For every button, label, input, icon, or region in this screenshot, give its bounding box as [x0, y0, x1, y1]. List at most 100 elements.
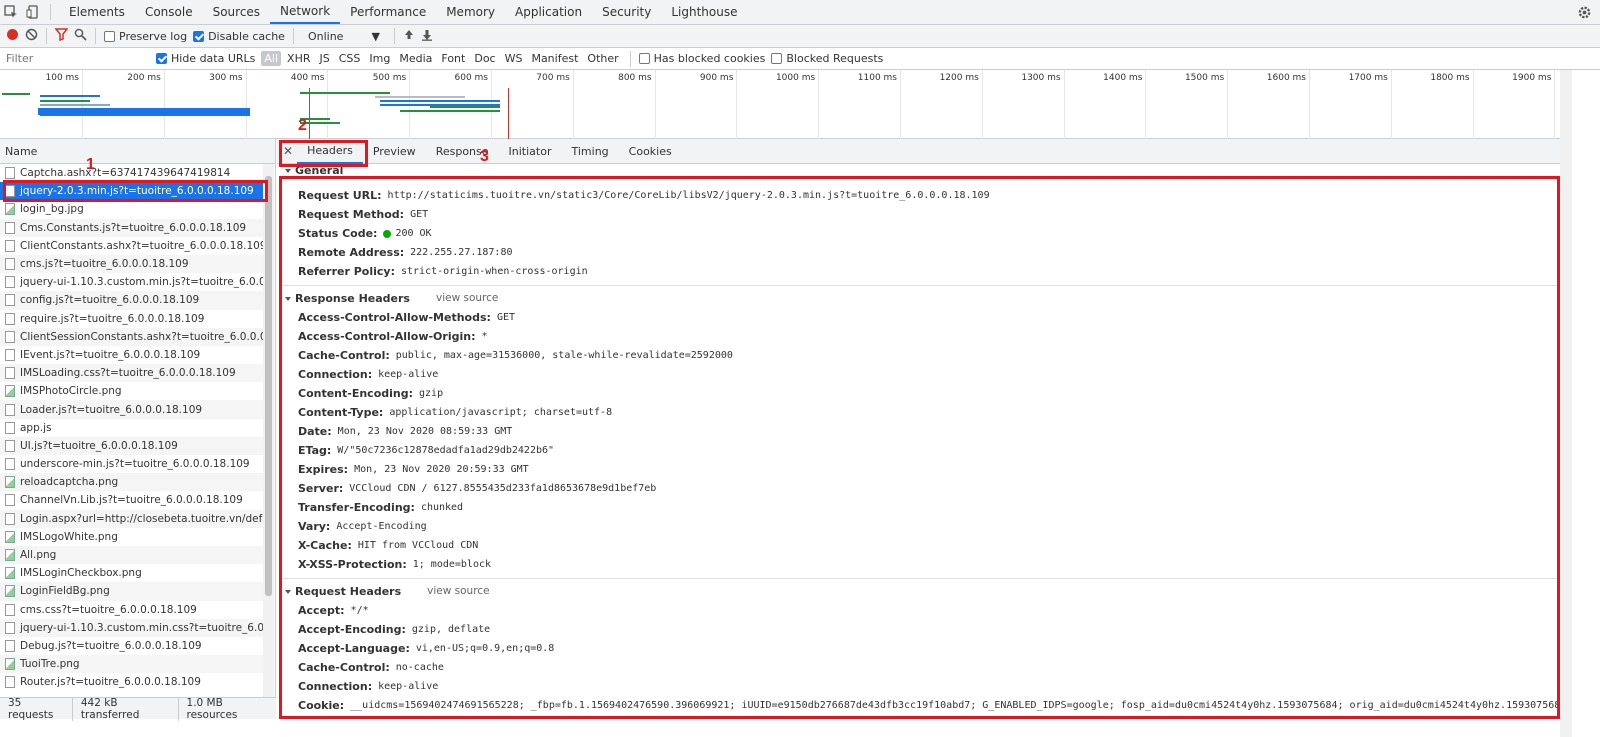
request-row[interactable]: Cms.Constants.js?t=tuoitre_6.0.0.0.18.10… [0, 218, 263, 237]
document-file-icon [5, 239, 15, 252]
request-headers-section-header[interactable]: Request Headers view source [281, 581, 1559, 601]
request-row[interactable]: LoginFieldBg.png [0, 582, 263, 601]
type-filter-css[interactable]: CSS [336, 51, 364, 66]
request-row[interactable]: ClientSessionConstants.ashx?t=tuoitre_6.… [0, 327, 263, 346]
response-headers-section-header[interactable]: Response Headers view source [281, 288, 1559, 308]
header-name: Expires: [298, 463, 349, 476]
name-column-header[interactable]: Name [0, 139, 275, 164]
request-row[interactable]: jquery-ui-1.10.3.custom.min.js?t=tuoitre… [0, 273, 263, 291]
request-row[interactable]: IEvent.js?t=tuoitre_6.0.0.0.18.109 [0, 346, 263, 364]
request-row[interactable]: Router.js?t=tuoitre_6.0.0.0.18.109 [0, 673, 263, 691]
type-filter-ws[interactable]: WS [502, 51, 526, 66]
type-filter-doc[interactable]: Doc [471, 51, 498, 66]
request-row[interactable]: jquery-2.0.3.min.js?t=tuoitre_6.0.0.0.18… [0, 182, 263, 201]
blocked-requests-checkbox[interactable]: Blocked Requests [771, 52, 883, 65]
document-file-icon [5, 439, 15, 452]
checkbox-box[interactable] [193, 30, 205, 42]
filter-icon[interactable] [54, 28, 69, 44]
headers-panel: General Request URL: http://staticims.tuo… [281, 164, 1559, 717]
image-file-icon [5, 530, 15, 543]
request-row[interactable]: IMSPhotoCircle.png [0, 382, 263, 400]
tab-sources[interactable]: Sources [203, 0, 270, 24]
record-icon[interactable] [6, 28, 19, 44]
request-row[interactable]: IMSLoading.css?t=tuoitre_6.0.0.0.18.109 [0, 364, 263, 383]
type-filter-manifest[interactable]: Manifest [528, 51, 581, 66]
request-row[interactable]: cms.css?t=tuoitre_6.0.0.0.18.109 [0, 601, 263, 619]
timeline-tick-label: 900 ms [699, 73, 734, 83]
request-row[interactable]: require.js?t=tuoitre_6.0.0.0.18.109 [0, 310, 263, 328]
preserve-log-checkbox[interactable]: Preserve log [104, 30, 187, 43]
request-row[interactable]: reloadcaptcha.png [0, 473, 263, 492]
search-icon[interactable] [74, 28, 87, 44]
detail-tab-preview[interactable]: Preview [363, 139, 426, 164]
request-row[interactable]: jquery-ui-1.10.3.custom.min.css?t=tuoitr… [0, 618, 263, 637]
header-value: Mon, 23 Nov 2020 20:59:33 GMT [354, 464, 529, 475]
disable-cache-checkbox[interactable]: Disable cache [193, 30, 285, 43]
type-filter-all[interactable]: All [261, 51, 282, 66]
tab-performance[interactable]: Performance [340, 0, 436, 24]
tab-console[interactable]: Console [135, 0, 203, 24]
timeline-gridline [1063, 70, 1065, 139]
scrollbar-thumb[interactable] [265, 176, 272, 596]
general-section-header[interactable]: General [281, 164, 1559, 176]
clear-icon[interactable] [25, 28, 38, 44]
checkbox-box[interactable] [638, 53, 650, 64]
request-row[interactable]: config.js?t=tuoitre_6.0.0.0.18.109 [0, 291, 263, 310]
request-row[interactable]: cms.js?t=tuoitre_6.0.0.0.18.109 [0, 254, 263, 274]
timeline-gridline [163, 70, 165, 139]
request-row[interactable]: ClientConstants.ashx?t=tuoitre_6.0.0.0.1… [0, 237, 263, 255]
close-icon[interactable]: ✕ [283, 144, 293, 158]
checkbox-box[interactable] [104, 30, 115, 42]
header-name: Connection: [298, 368, 373, 381]
request-row[interactable]: All.png [0, 545, 263, 565]
type-filter-js[interactable]: JS [317, 51, 333, 66]
request-row[interactable]: TuoiTre.png [0, 655, 263, 674]
view-source-link[interactable]: view source [427, 585, 489, 597]
tab-security[interactable]: Security [592, 0, 661, 24]
checkbox-box[interactable] [771, 53, 783, 64]
detail-tab-headers[interactable]: Headers [297, 139, 363, 164]
device-toolbar-icon[interactable] [22, 0, 44, 24]
request-row[interactable]: Loader.js?t=tuoitre_6.0.0.0.18.109 [0, 400, 263, 419]
hide-data-urls-checkbox[interactable]: Hide data URLs [156, 52, 255, 65]
tab-lighthouse[interactable]: Lighthouse [661, 0, 747, 24]
network-overview-timeline[interactable]: 100 ms 200 ms 300 ms 400 ms 500 ms 600 ms 700 … [0, 70, 1560, 139]
has-blocked-cookies-checkbox[interactable]: Has blocked cookies [638, 52, 765, 65]
filter-input[interactable] [4, 50, 150, 67]
document-file-icon [5, 367, 15, 380]
request-row[interactable]: app.js [0, 419, 263, 437]
request-row[interactable]: login_bg.jpg [0, 200, 263, 218]
export-har-icon[interactable] [421, 29, 433, 44]
checkbox-box[interactable] [156, 53, 167, 64]
tab-application[interactable]: Application [505, 0, 592, 24]
request-row[interactable]: Login.aspx?url=http://closebeta.tuoitre.… [0, 509, 263, 528]
detail-tab-cookies[interactable]: Cookies [619, 139, 682, 164]
type-filter-media[interactable]: Media [396, 51, 435, 66]
inspect-element-icon[interactable] [0, 0, 22, 24]
view-source-link[interactable]: view source [436, 292, 498, 304]
request-row[interactable]: underscore-min.js?t=tuoitre_6.0.0.0.18.1… [0, 455, 263, 473]
request-row[interactable]: IMSLogoWhite.png [0, 528, 263, 546]
import-har-icon[interactable] [403, 29, 415, 44]
type-filter-font[interactable]: Font [438, 51, 468, 66]
detail-tab-initiator[interactable]: Initiator [499, 139, 562, 164]
throttling-select[interactable]: Online ▼ [302, 30, 386, 43]
tab-memory[interactable]: Memory [436, 0, 505, 24]
request-row[interactable]: Captcha.ashx?t=637417439647419814 [0, 164, 263, 182]
header-row: X-XSS-Protection: 1; mode=block [281, 555, 1559, 574]
request-row[interactable]: UI.js?t=tuoitre_6.0.0.0.18.109 [0, 436, 263, 455]
scrollbar[interactable] [1560, 70, 1572, 737]
scrollbar[interactable] [263, 164, 274, 719]
tab-elements[interactable]: Elements [59, 0, 135, 24]
detail-tab-timing[interactable]: Timing [561, 139, 618, 164]
type-filter-other[interactable]: Other [584, 51, 621, 66]
request-row[interactable]: Debug.js?t=tuoitre_6.0.0.0.18.109 [0, 637, 263, 655]
type-filter-img[interactable]: Img [366, 51, 393, 66]
request-row[interactable]: ChannelVn.Lib.js?t=tuoitre_6.0.0.0.18.10… [0, 491, 263, 509]
gear-icon[interactable] [1577, 5, 1592, 23]
request-row[interactable]: IMSLoginCheckbox.png [0, 564, 263, 582]
document-file-icon [5, 403, 15, 416]
request-name: login_bg.jpg [20, 203, 84, 216]
type-filter-xhr[interactable]: XHR [284, 51, 313, 66]
tab-network[interactable]: Network [270, 0, 341, 24]
